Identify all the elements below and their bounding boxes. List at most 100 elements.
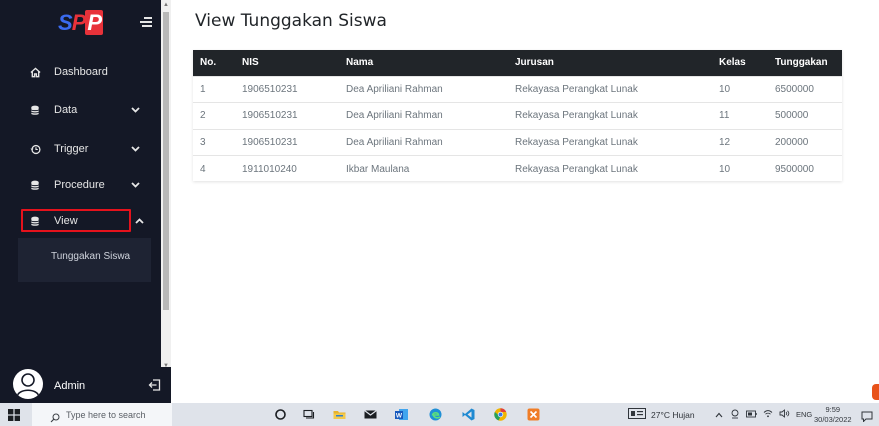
cell-no: 2 [200, 110, 206, 122]
search-placeholder: Type here to search [66, 409, 146, 420]
weather-icon [628, 408, 646, 421]
floating-widget-tab[interactable] [872, 384, 879, 400]
logo-letter-p-boxed: P [85, 10, 104, 35]
cell-kelas: 10 [719, 83, 731, 95]
sidebar-item-trigger[interactable]: Trigger [0, 134, 161, 164]
logo-letter-s: S [58, 10, 73, 35]
cell-no: 4 [200, 163, 206, 175]
wifi-icon[interactable] [763, 409, 773, 420]
search-icon [50, 410, 60, 422]
cell-nis: 1911010240 [242, 163, 297, 175]
weather-widget[interactable]: 27°C Hujan [628, 403, 695, 426]
file-explorer-icon[interactable] [332, 407, 347, 422]
tunggakan-table: No. NIS Nama Jurusan Kelas Tunggakan 1 1… [193, 50, 842, 181]
table-row: 2 1906510231 Dea Apriliani Rahman Rekaya… [193, 102, 842, 130]
home-icon [28, 66, 42, 78]
xampp-icon[interactable] [526, 407, 541, 422]
cortana-icon[interactable] [273, 407, 288, 422]
mail-icon[interactable] [363, 407, 378, 422]
notification-icon[interactable] [861, 409, 873, 423]
sidebar-item-dashboard[interactable]: Dashboard [0, 57, 161, 87]
avatar[interactable] [13, 369, 43, 399]
app-logo[interactable]: SPP [58, 10, 104, 36]
windows-taskbar: Type here to search W 27°C Hujan ENG 9:5… [0, 403, 879, 426]
word-icon[interactable]: W [394, 407, 409, 422]
cell-jurusan: Rekayasa Perangkat Lunak [515, 163, 638, 175]
submenu-item-tunggakan-siswa[interactable]: Tunggakan Siswa [51, 251, 130, 262]
database-icon [28, 180, 42, 191]
cell-jurusan: Rekayasa Perangkat Lunak [515, 83, 638, 95]
taskbar-search-box[interactable]: Type here to search [32, 403, 172, 426]
cell-kelas: 10 [719, 163, 731, 175]
page-title: View Tunggakan Siswa [195, 11, 387, 31]
cell-nis: 1906510231 [242, 136, 298, 148]
onedrive-icon[interactable] [730, 409, 740, 421]
taskbar-clock[interactable]: 9:59 30/03/2022 [814, 405, 852, 425]
chevron-up-icon[interactable] [715, 410, 723, 420]
column-header-nis: NIS [242, 57, 259, 69]
history-icon [28, 144, 42, 155]
cell-nama: Dea Apriliani Rahman [346, 136, 443, 148]
sidebar-item-label: Procedure [54, 179, 105, 191]
scroll-up-icon[interactable]: ▲ [163, 2, 169, 8]
svg-text:W: W [396, 413, 403, 420]
cell-no: 1 [200, 83, 206, 95]
cell-kelas: 12 [719, 136, 731, 148]
cell-tunggakan: 500000 [775, 110, 809, 122]
table-row: 1 1906510231 Dea Apriliani Rahman Rekaya… [193, 76, 842, 103]
language-indicator[interactable]: ENG [796, 410, 812, 419]
cell-jurusan: Rekayasa Perangkat Lunak [515, 110, 638, 122]
chevron-down-icon [129, 105, 141, 115]
chevron-up-icon [133, 216, 145, 226]
battery-icon[interactable] [746, 410, 757, 420]
table-header-row: No. NIS Nama Jurusan Kelas Tunggakan [193, 50, 842, 76]
column-header-nama: Nama [346, 57, 374, 69]
active-highlight-box [21, 209, 131, 232]
table-row: 4 1911010240 Ikbar Maulana Rekayasa Pera… [193, 155, 842, 183]
column-header-tunggakan: Tunggakan [775, 57, 828, 69]
scrollbar-thumb[interactable] [163, 12, 169, 310]
cell-nama: Ikbar Maulana [346, 163, 410, 175]
sidebar: SPP Dashboard Data Trigger Procedure Vie… [0, 0, 161, 403]
cell-jurusan: Rekayasa Perangkat Lunak [515, 136, 638, 148]
cell-tunggakan: 6500000 [775, 83, 814, 95]
sidebar-item-label: Dashboard [54, 66, 108, 78]
cell-nama: Dea Apriliani Rahman [346, 110, 443, 122]
cell-tunggakan: 9500000 [775, 163, 814, 175]
sidebar-scrollbar[interactable]: ▲ ▼ [161, 0, 171, 403]
cell-kelas: 11 [719, 110, 730, 122]
chevron-down-icon [129, 180, 141, 190]
sidebar-item-data[interactable]: Data [0, 95, 161, 125]
cell-nis: 1906510231 [242, 110, 298, 122]
user-name: Admin [54, 380, 86, 392]
sidebar-item-label: Trigger [54, 143, 89, 155]
system-tray: ENG [715, 403, 812, 426]
table-row: 3 1906510231 Dea Apriliani Rahman Rekaya… [193, 129, 842, 156]
column-header-no: No. [200, 57, 217, 69]
database-icon [28, 105, 42, 116]
edge-browser-icon[interactable] [428, 407, 443, 422]
brand: SPP [0, 0, 161, 44]
chevron-down-icon [129, 144, 141, 154]
column-header-kelas: Kelas [719, 57, 746, 69]
sidebar-item-procedure[interactable]: Procedure [0, 170, 161, 200]
view-submenu: Tunggakan Siswa [18, 238, 151, 282]
logout-icon[interactable] [148, 378, 162, 392]
cell-nama: Dea Apriliani Rahman [346, 83, 443, 95]
task-view-icon[interactable] [302, 407, 317, 422]
windows-start-icon[interactable] [8, 408, 20, 421]
chrome-icon[interactable] [493, 407, 508, 422]
sidebar-item-label: Data [54, 104, 78, 116]
logo-letter-p: P [71, 10, 87, 35]
clock-date: 30/03/2022 [814, 415, 852, 424]
vscode-icon[interactable] [461, 407, 476, 422]
column-header-jurusan: Jurusan [515, 57, 554, 69]
weather-text: 27°C Hujan [651, 409, 695, 420]
volume-icon[interactable] [779, 409, 790, 420]
cell-no: 3 [200, 136, 206, 148]
cell-nis: 1906510231 [242, 83, 298, 95]
user-bar: Admin [0, 367, 171, 403]
sidebar-toggle-icon[interactable] [138, 17, 152, 29]
cell-tunggakan: 200000 [775, 136, 809, 148]
clock-time: 9:59 [825, 405, 841, 414]
